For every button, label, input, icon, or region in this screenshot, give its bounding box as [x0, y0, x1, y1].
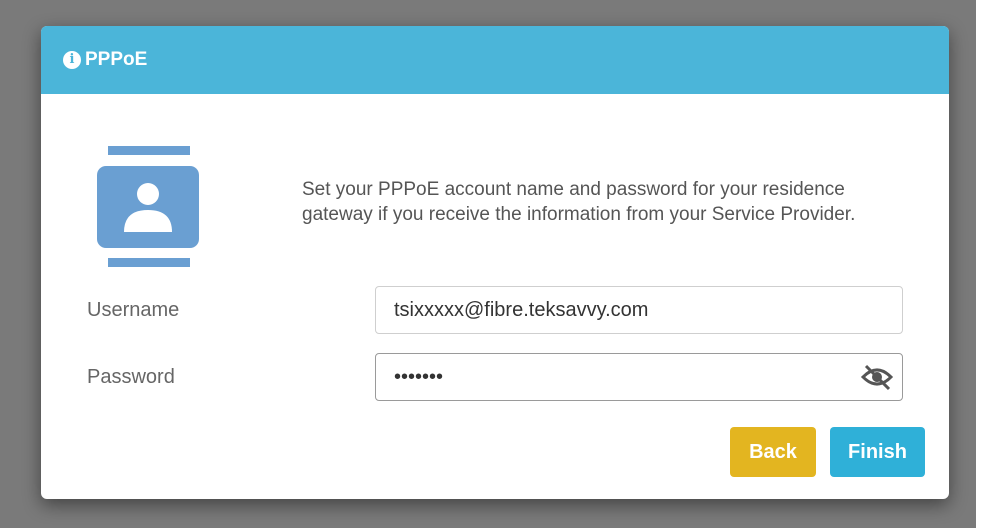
dialog-header: i PPPoE	[41, 26, 949, 94]
dialog-description: Set your PPPoE account name and password…	[302, 179, 856, 225]
password-field-wrapper	[375, 353, 903, 401]
back-button[interactable]: Back	[730, 427, 816, 477]
dialog-title: PPPoE	[85, 49, 148, 70]
account-card-icon	[97, 146, 199, 267]
username-label: Username	[87, 299, 180, 321]
password-input[interactable]	[376, 364, 856, 390]
username-field-wrapper	[375, 286, 903, 334]
password-label: Password	[87, 366, 175, 388]
page-edge	[976, 0, 1000, 528]
info-icon: i	[63, 51, 81, 69]
eye-slash-icon[interactable]	[860, 362, 894, 392]
pppoe-dialog: i PPPoE Set your PPPoE account name and …	[41, 26, 949, 499]
finish-button[interactable]: Finish	[830, 427, 925, 477]
username-input[interactable]	[376, 297, 856, 323]
